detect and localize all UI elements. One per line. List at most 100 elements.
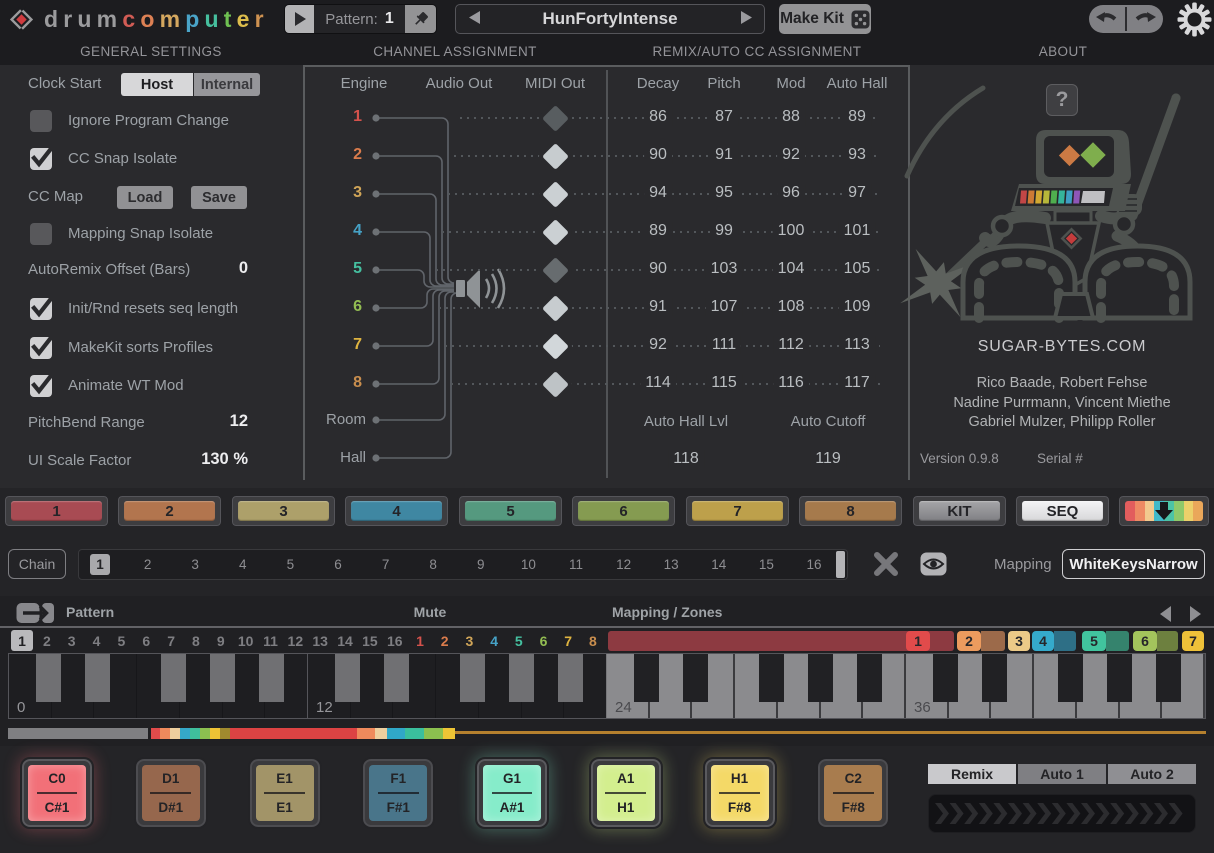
cc-value[interactable]: 116 <box>773 374 809 392</box>
remix-tab-auto-2[interactable]: Auto 2 <box>1108 764 1196 784</box>
chain-step-13[interactable]: 13 <box>659 550 683 579</box>
engine-number[interactable]: 8 <box>332 374 362 392</box>
pattern-button-SEQ[interactable]: SEQ <box>1014 494 1111 528</box>
cc-value[interactable]: 103 <box>706 260 743 278</box>
engine-number[interactable]: 3 <box>332 184 362 202</box>
black-key[interactable] <box>460 654 485 702</box>
mute-number-4[interactable]: 4 <box>483 630 505 651</box>
pattern-step-11[interactable]: 11 <box>260 630 282 651</box>
chain-step-bar[interactable]: 12345678910111213141516 <box>78 549 848 580</box>
zone-root-7[interactable]: 7 <box>1182 631 1204 651</box>
black-key[interactable] <box>384 654 409 702</box>
pad-H1[interactable]: H1F#8 <box>703 757 777 829</box>
zones-next-button[interactable] <box>1190 606 1201 622</box>
cc-value[interactable]: 111 <box>707 336 741 354</box>
engine-number[interactable]: 4 <box>332 222 362 240</box>
black-key[interactable] <box>335 654 360 702</box>
pattern-pin-button[interactable] <box>405 5 436 33</box>
pattern-step-5[interactable]: 5 <box>110 630 132 651</box>
pattern-step-13[interactable]: 13 <box>309 630 331 651</box>
cc-value[interactable]: 104 <box>773 260 810 278</box>
zone-root-4[interactable]: 4 <box>1032 631 1054 651</box>
pattern-step-1[interactable]: 1 <box>11 630 33 651</box>
black-key[interactable] <box>933 654 958 702</box>
zone-root-2[interactable]: 2 <box>957 631 981 651</box>
cc-value[interactable]: 90 <box>644 146 672 164</box>
engine-number[interactable]: 7 <box>332 336 362 354</box>
black-key[interactable] <box>259 654 284 702</box>
black-key[interactable] <box>1058 654 1083 702</box>
chain-step-7[interactable]: 7 <box>374 550 398 579</box>
cc-value[interactable]: 114 <box>640 374 676 392</box>
cc-value[interactable]: 101 <box>839 222 876 240</box>
pattern-step-14[interactable]: 14 <box>334 630 356 651</box>
black-key[interactable] <box>683 654 708 702</box>
zone-root-1[interactable]: 1 <box>906 631 930 651</box>
pattern-step-4[interactable]: 4 <box>86 630 108 651</box>
tab-remix-auto-cc-assignment[interactable]: REMIX/AUTO CC ASSIGNMENT <box>653 44 862 59</box>
play-button[interactable] <box>285 5 314 33</box>
black-key[interactable] <box>759 654 784 702</box>
pattern-button-5[interactable]: 5 <box>457 494 564 528</box>
cc-value[interactable]: 93 <box>843 146 871 164</box>
pattern-step-6[interactable]: 6 <box>135 630 157 651</box>
remix-pattern-bar[interactable] <box>928 794 1196 833</box>
black-key[interactable] <box>36 654 61 702</box>
black-key[interactable] <box>85 654 110 702</box>
cc-value[interactable]: 117 <box>839 374 875 392</box>
black-key[interactable] <box>808 654 833 702</box>
pattern-bank-import-button[interactable] <box>1117 494 1211 528</box>
pattern-step-7[interactable]: 7 <box>160 630 182 651</box>
mute-number-6[interactable]: 6 <box>533 630 555 651</box>
cc-value[interactable]: 100 <box>773 222 810 240</box>
chain-step-12[interactable]: 12 <box>612 550 636 579</box>
checkbox-checked[interactable] <box>30 375 52 397</box>
zone-tail-4[interactable] <box>1054 631 1076 651</box>
preset-next-button[interactable] <box>728 11 764 27</box>
mute-number-1[interactable]: 1 <box>409 630 431 651</box>
black-key[interactable] <box>1156 654 1181 702</box>
mapping-mode-select[interactable]: WhiteKeysNarrow <box>1062 549 1205 579</box>
zone-root-3[interactable]: 3 <box>1008 631 1030 651</box>
black-key[interactable] <box>982 654 1007 702</box>
chain-scroll-thumb[interactable] <box>836 551 845 578</box>
cc-value[interactable]: 92 <box>644 336 672 354</box>
cc-value[interactable]: 87 <box>710 108 738 126</box>
checkbox-checked[interactable] <box>30 337 52 359</box>
cc-value[interactable]: 109 <box>839 298 876 316</box>
clock-start-toggle[interactable]: HostInternal <box>121 73 260 96</box>
pattern-button-4[interactable]: 4 <box>343 494 450 528</box>
tab-about[interactable]: ABOUT <box>1039 44 1088 59</box>
chain-step-15[interactable]: 15 <box>754 550 778 579</box>
engine-number[interactable]: 6 <box>332 298 362 316</box>
black-key[interactable] <box>1107 654 1132 702</box>
ccmap-save-button[interactable]: Save <box>191 186 247 209</box>
toggle-option-host[interactable]: Host <box>121 73 193 96</box>
zone-tail-2[interactable] <box>981 631 1005 651</box>
black-key[interactable] <box>857 654 882 702</box>
zone-root-5[interactable]: 5 <box>1082 631 1106 651</box>
checkbox-checked[interactable] <box>30 298 52 320</box>
pattern-step-12[interactable]: 12 <box>284 630 306 651</box>
cc-value[interactable]: 99 <box>710 222 738 240</box>
tab-channel-assignment[interactable]: CHANNEL ASSIGNMENT <box>373 44 536 59</box>
redo-button[interactable] <box>1127 5 1163 33</box>
pattern-step-10[interactable]: 10 <box>235 630 257 651</box>
cc-value[interactable]: 112 <box>773 336 809 354</box>
pattern-button-7[interactable]: 7 <box>684 494 791 528</box>
chain-step-1[interactable]: 1 <box>88 550 112 579</box>
cc-value[interactable]: 90 <box>644 260 672 278</box>
engine-number[interactable]: 2 <box>332 146 362 164</box>
pad-D1[interactable]: D1D#1 <box>134 757 208 829</box>
chain-button[interactable]: Chain <box>8 549 66 579</box>
black-key[interactable] <box>210 654 235 702</box>
piano-keyboard[interactable]: 0122436 <box>8 653 1206 719</box>
settings-gear-button[interactable] <box>1177 2 1212 37</box>
cc-value[interactable]: 92 <box>777 146 805 164</box>
pad-E1[interactable]: E1E1 <box>248 757 322 829</box>
chain-step-2[interactable]: 2 <box>136 550 160 579</box>
auto-hall-lvl-value[interactable]: 118 <box>668 450 704 468</box>
cc-value[interactable]: 108 <box>773 298 810 316</box>
pattern-button-3[interactable]: 3 <box>230 494 337 528</box>
pattern-step-15[interactable]: 15 <box>359 630 381 651</box>
